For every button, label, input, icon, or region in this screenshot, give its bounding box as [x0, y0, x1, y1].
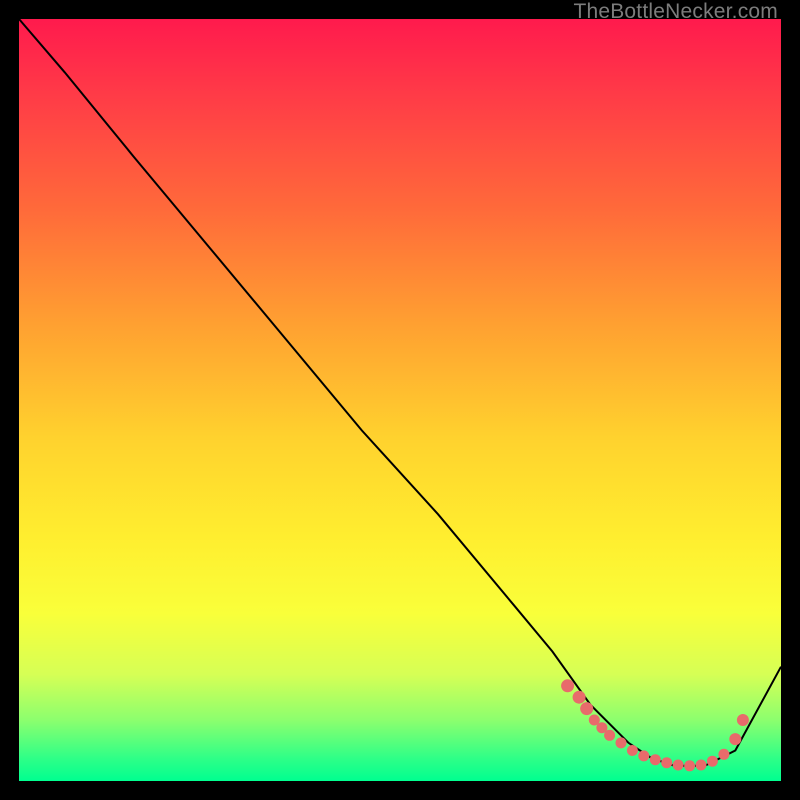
- highlight-dot: [627, 745, 638, 756]
- watermark-text: TheBottleNecker.com: [573, 0, 778, 24]
- highlight-dot: [696, 760, 707, 771]
- highlight-dot: [604, 730, 615, 741]
- bottleneck-curve: [19, 19, 781, 766]
- highlight-dot: [684, 760, 695, 771]
- plot-area: [19, 19, 781, 781]
- highlight-dot: [707, 756, 718, 767]
- highlight-dot: [650, 754, 661, 765]
- chart-stage: TheBottleNecker.com: [0, 0, 800, 800]
- highlight-dot: [573, 691, 586, 704]
- highlight-dot: [718, 749, 729, 760]
- highlight-dot: [561, 679, 574, 692]
- highlight-dot: [638, 750, 649, 761]
- highlight-dot: [737, 714, 749, 726]
- chart-overlay: [19, 19, 781, 781]
- highlight-dot: [580, 702, 593, 715]
- highlight-dot: [673, 760, 684, 771]
- optimal-range-dots: [561, 679, 749, 771]
- highlight-dot: [661, 757, 672, 768]
- highlight-dot: [616, 737, 627, 748]
- highlight-dot: [729, 733, 741, 745]
